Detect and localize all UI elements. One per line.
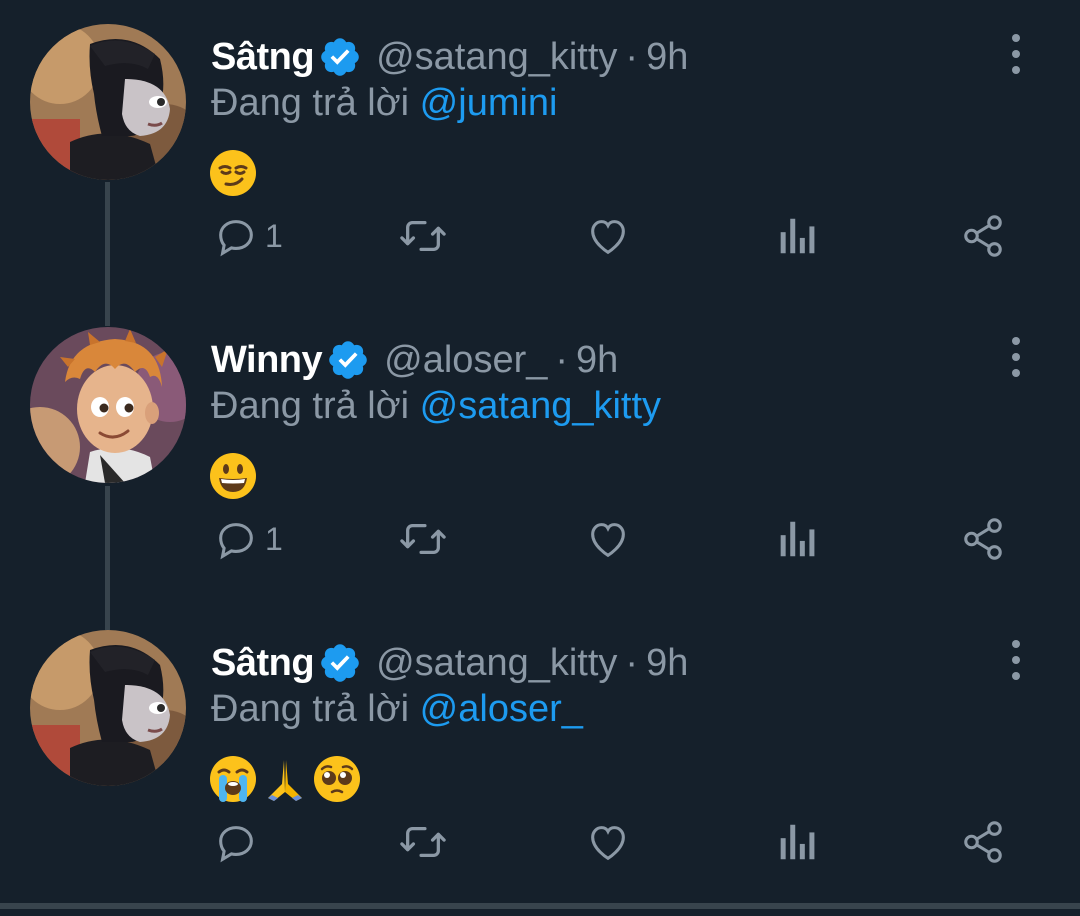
timestamp[interactable]: 9h — [646, 36, 688, 79]
tweet-text — [208, 449, 258, 503]
retweet-icon — [400, 523, 446, 555]
avatar[interactable] — [30, 630, 186, 786]
grinning-face-emoji — [208, 451, 258, 501]
replying-to: Đang trả lời @satang_kitty — [211, 385, 661, 428]
timestamp[interactable]: 9h — [646, 642, 688, 685]
handle[interactable]: @satang_kitty — [376, 36, 617, 79]
display-name[interactable]: Sâtng — [211, 36, 315, 79]
smirking-face-emoji — [208, 148, 258, 198]
mention-link[interactable]: @aloser_ — [420, 688, 583, 730]
retweet-button[interactable] — [398, 812, 448, 872]
action-bar — [0, 812, 1080, 872]
handle[interactable]: @aloser_ — [384, 339, 547, 382]
timestamp[interactable]: 9h — [576, 339, 618, 382]
reply-prefix: Đang trả lời — [211, 688, 410, 730]
share-button[interactable] — [960, 206, 1006, 266]
tweet[interactable]: Sâtng @satang_kitty · 9h Đang trả lời @j… — [0, 0, 1080, 303]
analytics-icon — [780, 218, 815, 254]
handle[interactable]: @satang_kitty — [376, 642, 617, 685]
pleading-face-emoji — [312, 754, 362, 804]
analytics-icon — [780, 824, 815, 860]
separator: · — [555, 338, 569, 381]
replying-to: Đang trả lời @aloser_ — [211, 688, 583, 731]
display-name[interactable]: Sâtng — [211, 642, 315, 685]
reply-icon — [219, 826, 253, 863]
reply-button[interactable] — [213, 812, 265, 872]
share-button[interactable] — [960, 812, 1006, 872]
tweet[interactable]: Winny @aloser_ · 9h Đang trả lời @satang… — [0, 303, 1080, 606]
avatar[interactable] — [30, 24, 186, 180]
verified-badge-icon — [318, 641, 362, 685]
share-icon — [964, 215, 1002, 257]
display-name[interactable]: Winny — [211, 339, 323, 382]
divider — [0, 903, 1080, 909]
views-button[interactable] — [776, 812, 816, 872]
retweet-button[interactable] — [398, 509, 448, 569]
reply-count: 1 — [265, 520, 283, 557]
action-bar: 1 — [0, 206, 1080, 266]
reply-icon — [219, 523, 253, 560]
heart-icon — [591, 826, 625, 861]
like-button[interactable] — [585, 812, 631, 872]
tweet[interactable]: Sâtng @satang_kitty · 9h Đang trả lời @a… — [0, 606, 1080, 909]
mention-link[interactable]: @jumini — [420, 82, 558, 124]
mention-link[interactable]: @satang_kitty — [420, 385, 661, 427]
views-button[interactable] — [776, 509, 816, 569]
reply-icon — [219, 220, 253, 257]
replying-to: Đang trả lời @jumini — [211, 82, 558, 125]
more-vertical-icon[interactable] — [1002, 337, 1030, 377]
like-button[interactable] — [585, 509, 631, 569]
folded-hands-emoji — [260, 754, 310, 804]
retweet-icon — [400, 220, 446, 252]
separator: · — [625, 35, 639, 78]
reply-button[interactable]: 1 — [213, 206, 283, 266]
action-bar: 1 — [0, 509, 1080, 569]
analytics-icon — [780, 521, 815, 557]
loudly-crying-face-emoji — [208, 754, 258, 804]
tweet-text — [208, 146, 258, 200]
more-vertical-icon[interactable] — [1002, 640, 1030, 680]
more-vertical-icon[interactable] — [1002, 34, 1030, 74]
reply-prefix: Đang trả lời — [211, 82, 410, 124]
tweet-text — [208, 752, 362, 806]
reply-prefix: Đang trả lời — [211, 385, 410, 427]
retweet-button[interactable] — [398, 206, 448, 266]
views-button[interactable] — [776, 206, 816, 266]
retweet-icon — [400, 826, 446, 858]
avatar[interactable] — [30, 327, 186, 483]
share-icon — [964, 518, 1002, 560]
reply-button[interactable]: 1 — [213, 509, 283, 569]
like-button[interactable] — [585, 206, 631, 266]
verified-badge-icon — [326, 338, 370, 382]
verified-badge-icon — [318, 35, 362, 79]
reply-count: 1 — [265, 217, 283, 254]
separator: · — [625, 641, 639, 684]
heart-icon — [591, 220, 625, 255]
share-icon — [964, 821, 1002, 863]
heart-icon — [591, 523, 625, 558]
share-button[interactable] — [960, 509, 1006, 569]
